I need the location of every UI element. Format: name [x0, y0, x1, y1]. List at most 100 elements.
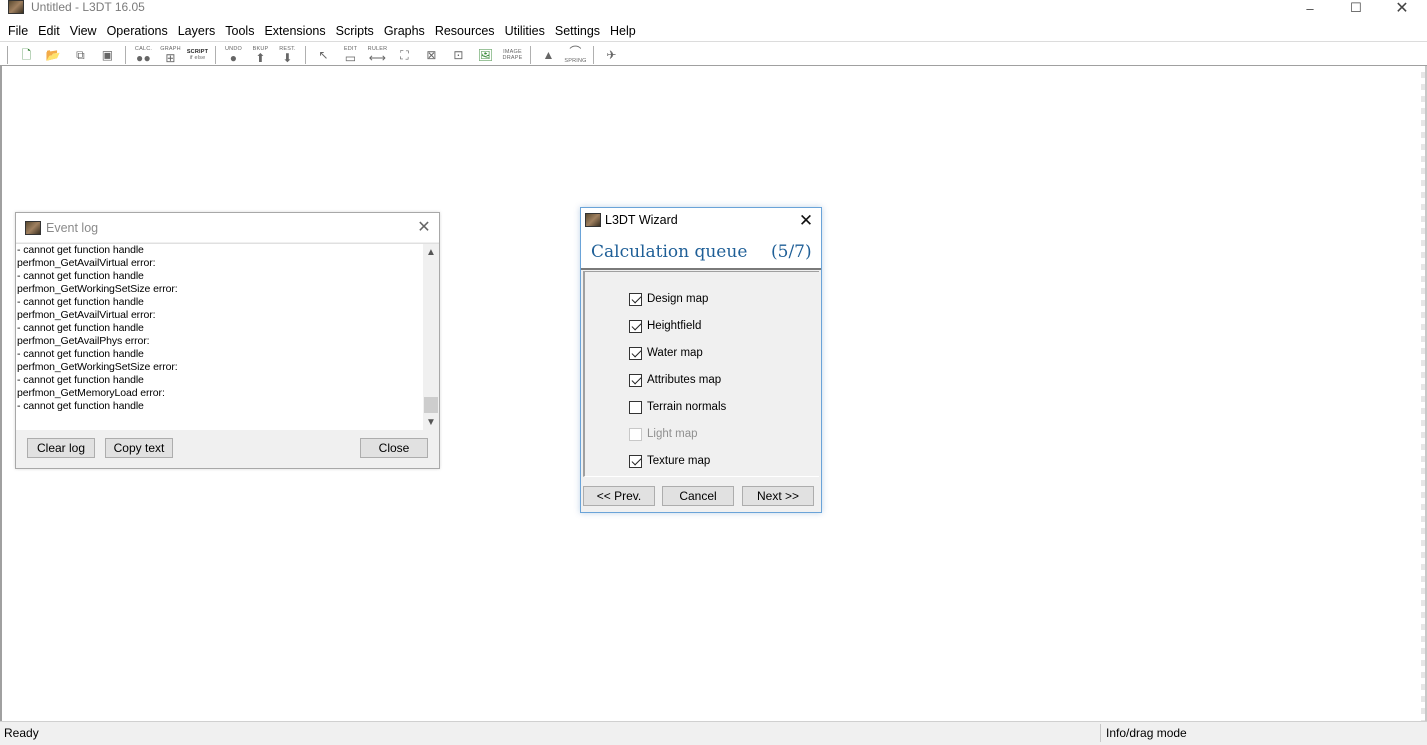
restore-icon: ⬇: [282, 50, 293, 65]
wizard-step-indicator: (5/7): [771, 242, 812, 262]
checkbox-texture-map[interactable]: Texture map: [629, 453, 710, 469]
undo-button[interactable]: UNDO ●: [220, 44, 247, 65]
minimize-button[interactable]: –: [1287, 0, 1333, 16]
wizard-title-bar[interactable]: L3DT Wizard ✕: [581, 208, 821, 234]
copy-text-button[interactable]: Copy text: [105, 438, 173, 458]
menu-help[interactable]: Help: [605, 21, 641, 41]
view-image-icon: 🖼: [477, 47, 494, 62]
event-log-text-area[interactable]: - cannot get function handle perfmon_Get…: [16, 243, 439, 430]
menu-bar: File Edit View Operations Layers Tools E…: [0, 20, 1427, 41]
script-button[interactable]: SCRIPT if else: [184, 44, 211, 65]
menu-file[interactable]: File: [3, 21, 33, 41]
toolbar-separator: [215, 45, 216, 64]
edit-button[interactable]: EDIT ▭: [337, 44, 364, 65]
calculation-queue-panel: Design map Heightfield Water map Attribu…: [583, 271, 819, 477]
next-button[interactable]: Next >>: [742, 486, 814, 506]
calc-button[interactable]: CALC. ●●: [130, 44, 157, 65]
open-folder-icon: 📂: [45, 47, 62, 62]
checkbox-water-map[interactable]: Water map: [629, 345, 703, 361]
event-log-close-icon[interactable]: ✕: [414, 218, 434, 238]
menu-extensions[interactable]: Extensions: [259, 21, 330, 41]
wizard-close-icon[interactable]: ✕: [795, 210, 817, 232]
wizard-header: Calculation queue (5/7): [581, 234, 821, 270]
graph-icon: ⊞: [165, 50, 176, 65]
clear-log-button[interactable]: Clear log: [27, 438, 95, 458]
toolbar: 🗋 📂 ⧉ ▣ CALC. ●● GRAPH ⊞ SCRIPT if else UND…: [0, 41, 1427, 66]
log-line: - cannot get function handle: [17, 322, 144, 334]
workspace-scrollbar[interactable]: [1421, 66, 1425, 721]
restore-button[interactable]: REST. ⬇: [274, 44, 301, 65]
event-log-title: Event log: [46, 221, 99, 235]
log-line: perfmon_GetAvailPhys error:: [17, 335, 150, 347]
checkbox-checked[interactable]: [629, 319, 642, 333]
log-line: - cannot get function handle: [17, 348, 144, 360]
menu-utilities[interactable]: Utilities: [500, 21, 550, 41]
view-image-button[interactable]: 🖼: [472, 44, 499, 65]
checkbox-terrain-normals[interactable]: Terrain normals: [629, 399, 726, 415]
ruler-button[interactable]: RULER ⟷: [364, 44, 391, 65]
log-line: - cannot get function handle: [17, 296, 144, 308]
zoom-out-icon: ⊡: [453, 47, 464, 62]
graph-button[interactable]: GRAPH ⊞: [157, 44, 184, 65]
zoom-in-button[interactable]: ⊠: [418, 44, 445, 65]
calc-icon: ●●: [136, 50, 151, 65]
menu-graphs[interactable]: Graphs: [379, 21, 430, 41]
checkbox-heightfield[interactable]: Heightfield: [629, 318, 701, 334]
checkbox-checked[interactable]: [629, 454, 642, 468]
prev-button[interactable]: << Prev.: [583, 486, 655, 506]
log-line: - cannot get function handle: [17, 270, 144, 282]
event-log-title-bar[interactable]: Event log ✕: [16, 213, 439, 242]
log-scrollbar[interactable]: ▲ ▼: [423, 244, 439, 430]
menu-layers[interactable]: Layers: [173, 21, 221, 41]
log-line: perfmon_GetAvailVirtual error:: [17, 309, 156, 321]
close-log-button[interactable]: Close: [360, 438, 428, 458]
checkbox-checked[interactable]: [629, 346, 642, 360]
checkbox-checked[interactable]: [629, 373, 642, 387]
menu-operations[interactable]: Operations: [102, 21, 173, 41]
menu-resources[interactable]: Resources: [430, 21, 500, 41]
scroll-thumb[interactable]: [424, 397, 438, 413]
fly-icon: ✈: [606, 47, 617, 62]
maximize-button[interactable]: ☐: [1333, 0, 1379, 16]
spring-button[interactable]: ⌒ SPRING: [562, 44, 589, 65]
backup-icon: ⬆: [255, 50, 266, 65]
zoom-extents-button[interactable]: ⛶: [391, 44, 418, 65]
status-divider: [1100, 724, 1101, 742]
image-drape-button[interactable]: IMAGE DRAPE: [499, 44, 526, 65]
menu-scripts[interactable]: Scripts: [331, 21, 379, 41]
title-bar: Untitled - L3DT 16.05 – ☐ ✕: [0, 0, 1427, 20]
menu-edit[interactable]: Edit: [33, 21, 65, 41]
menu-view[interactable]: View: [65, 21, 102, 41]
zoom-out-button[interactable]: ⊡: [445, 44, 472, 65]
log-line: - cannot get function handle: [17, 374, 144, 386]
wizard-heading: Calculation queue: [591, 242, 748, 262]
log-line: perfmon_GetAvailVirtual error:: [17, 257, 156, 269]
checkbox-design-map[interactable]: Design map: [629, 291, 708, 307]
window-title: Untitled - L3DT 16.05: [31, 0, 145, 14]
cancel-button[interactable]: Cancel: [662, 486, 734, 506]
terrain-icon: ▲: [542, 47, 555, 62]
fly-button[interactable]: ✈: [598, 44, 625, 65]
checkbox-attributes-map[interactable]: Attributes map: [629, 372, 721, 388]
pointer-button[interactable]: ↖: [310, 44, 337, 65]
checkbox-checked[interactable]: [629, 292, 642, 306]
toolbar-separator: [125, 45, 126, 64]
close-window-button[interactable]: ✕: [1379, 0, 1425, 17]
checkbox-unchecked[interactable]: [629, 400, 642, 414]
toolbar-grip[interactable]: [7, 45, 10, 64]
log-line: perfmon_GetMemoryLoad error:: [17, 387, 165, 399]
menu-settings[interactable]: Settings: [550, 21, 605, 41]
save-all-button[interactable]: ⧉: [67, 44, 94, 65]
menu-tools[interactable]: Tools: [220, 21, 259, 41]
terrain-button[interactable]: ▲: [535, 44, 562, 65]
backup-button[interactable]: BKUP ⬆: [247, 44, 274, 65]
log-line: perfmon_GetWorkingSetSize error:: [17, 361, 178, 373]
open-file-button[interactable]: 📂: [40, 44, 67, 65]
new-file-button[interactable]: 🗋: [13, 44, 40, 65]
undo-icon: ●: [229, 50, 238, 65]
toolbar-separator: [305, 45, 306, 64]
scroll-down-icon[interactable]: ▼: [423, 414, 439, 430]
save-button[interactable]: ▣: [94, 44, 121, 65]
scroll-up-icon[interactable]: ▲: [423, 244, 439, 261]
zoom-extents-icon: ⛶: [400, 47, 409, 62]
